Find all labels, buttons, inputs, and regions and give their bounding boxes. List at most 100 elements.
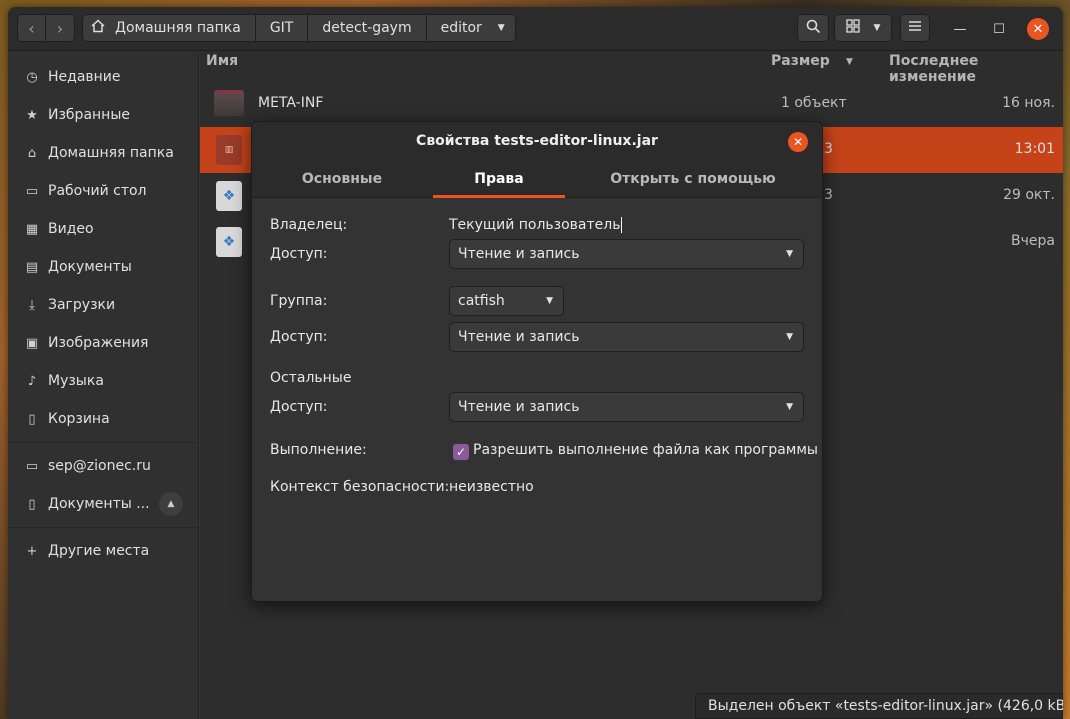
others-access-select[interactable]: Чтение и запись ▼ [449, 392, 804, 422]
hamburger-icon [908, 20, 922, 36]
drive-icon: ▭ [25, 458, 39, 474]
sidebar-item-label: Домашняя папка [48, 145, 174, 161]
group-access-value: Чтение и запись [458, 329, 580, 345]
search-icon [806, 19, 821, 38]
header-bar: ‹ › Домашняя папка GIT detect-gaym edito… [8, 7, 1063, 51]
sidebar-item-label: Загрузки [48, 297, 116, 313]
sidebar: ◷ Недавние ★ Избранные ⌂ Домашняя папка … [8, 51, 199, 719]
sidebar-item-label: Документы [48, 259, 132, 275]
package-icon: ❖ [216, 227, 242, 257]
sidebar-item-phone-documents[interactable]: ▯ Документы ... ▲ [8, 486, 199, 522]
desktop-icon: ▭ [25, 183, 39, 199]
view-toggle-button[interactable]: ▼ [834, 14, 892, 42]
sidebar-item-label: sep@zionec.ru [48, 458, 151, 474]
crumb-detect-gaym[interactable]: detect-gaym [308, 14, 427, 42]
tab-permissions[interactable]: Права [433, 160, 565, 198]
owner-value-text: Текущий пользователь [449, 217, 621, 233]
row-size: 1 объект [781, 95, 847, 111]
group-access-select[interactable]: Чтение и запись ▼ [449, 322, 804, 352]
tab-open-with[interactable]: Открыть с помощью [582, 160, 804, 198]
maximize-button[interactable]: ☐ [988, 18, 1010, 40]
chevron-down-icon: ▼ [546, 296, 553, 306]
sidebar-item-network-drive[interactable]: ▭ sep@zionec.ru [8, 448, 199, 484]
grid-icon [845, 19, 860, 37]
trash-icon: ▯ [28, 411, 36, 427]
column-size[interactable]: Размер [771, 53, 830, 69]
minimize-button[interactable]: — [949, 18, 971, 40]
sidebar-item-label: Недавние [48, 69, 121, 85]
sidebar-item-trash[interactable]: ▯ Корзина [8, 401, 199, 437]
sidebar-item-documents[interactable]: ▤ Документы [8, 249, 199, 285]
search-button[interactable] [797, 14, 829, 42]
execute-checkbox[interactable]: ✓ [453, 444, 469, 460]
group-select[interactable]: catfish ▼ [449, 286, 564, 316]
maximize-icon: ☐ [993, 21, 1005, 37]
back-button[interactable]: ‹ [17, 14, 46, 42]
package-icon: ❖ [216, 181, 242, 211]
row-modified: 16 ноя. [1002, 95, 1055, 111]
chevron-down-icon: ▼ [786, 402, 793, 412]
sidebar-item-home[interactable]: ⌂ Домашняя папка [8, 135, 199, 171]
crumb-home[interactable]: Домашняя папка [82, 14, 256, 42]
row-size: 3 [824, 141, 833, 157]
owner-access-select[interactable]: Чтение и запись ▼ [449, 239, 804, 269]
others-access-label: Доступ: [270, 399, 328, 415]
close-icon: ✕ [792, 135, 804, 149]
row-modified: Вчера [1011, 233, 1055, 249]
group-value: catfish [458, 293, 505, 309]
dialog-close-button[interactable]: ✕ [788, 132, 808, 152]
row-size: 3 [824, 187, 833, 203]
sidebar-item-other-locations[interactable]: + Другие места [8, 533, 199, 569]
column-name[interactable]: Имя [206, 53, 238, 69]
others-access-value: Чтение и запись [458, 399, 580, 415]
forward-button[interactable]: › [46, 14, 75, 42]
group-label: Группа: [270, 293, 328, 309]
sidebar-divider [8, 442, 199, 443]
sidebar-item-label: Избранные [48, 107, 130, 123]
sidebar-item-starred[interactable]: ★ Избранные [8, 97, 199, 133]
chevron-down-icon: ▼ [873, 23, 881, 33]
breadcrumb: Домашняя папка GIT detect-gaym editor ▼ [82, 14, 516, 42]
status-bar: Выделен объект «tests-editor-linux.jar» … [695, 693, 1063, 719]
dialog-tabs: Основные Права Открыть с помощью [252, 160, 822, 198]
group-access-label: Доступ: [270, 329, 328, 345]
sidebar-item-recent[interactable]: ◷ Недавние [8, 59, 199, 95]
crumb-label: Домашняя папка [115, 20, 241, 36]
owner-access-label: Доступ: [270, 246, 328, 262]
execute-label: Выполнение: [270, 442, 367, 458]
eject-icon[interactable]: ▲ [159, 492, 183, 516]
clock-icon: ◷ [26, 69, 38, 85]
close-button[interactable]: ✕ [1027, 18, 1049, 40]
crumb-git[interactable]: GIT [255, 14, 309, 42]
sidebar-item-videos[interactable]: ▦ Видео [8, 211, 199, 247]
text-cursor [621, 217, 623, 233]
properties-dialog: Свойства tests-editor-linux.jar ✕ Основн… [251, 121, 823, 602]
document-icon: ▤ [25, 259, 39, 275]
check-icon: ✓ [455, 445, 467, 459]
star-icon: ★ [26, 107, 38, 123]
security-context-label: Контекст безопасности: [270, 479, 450, 495]
nav-buttons: ‹ › [17, 14, 75, 42]
crumb-editor[interactable]: editor ▼ [426, 14, 516, 42]
security-context-value: неизвестно [449, 479, 534, 495]
home-icon: ⌂ [27, 145, 37, 161]
music-icon: ♪ [27, 373, 37, 389]
sidebar-item-pictures[interactable]: ▣ Изображения [8, 325, 199, 361]
row-modified: 29 окт. [1003, 187, 1055, 203]
tab-basic[interactable]: Основные [252, 160, 432, 198]
owner-label: Владелец: [270, 217, 348, 233]
sidebar-item-music[interactable]: ♪ Музыка [8, 363, 199, 399]
sidebar-item-desktop[interactable]: ▭ Рабочий стол [8, 173, 199, 209]
sidebar-item-label: Видео [48, 221, 94, 237]
others-label: Остальные [270, 370, 352, 386]
chevron-down-icon: ▼ [786, 249, 793, 259]
chevron-down-icon: ▼ [786, 332, 793, 342]
column-header: Имя Размер ▼ Последнее изменение [200, 51, 1063, 85]
crumb-label: detect-gaym [322, 20, 412, 36]
menu-button[interactable] [900, 14, 930, 42]
archive-icon: ▥ [216, 135, 242, 165]
sidebar-item-downloads[interactable]: ⤓ Загрузки [8, 287, 199, 323]
execute-checkbox-label[interactable]: Разрешить выполнение файла как программы [473, 442, 818, 458]
close-icon: ✕ [1032, 21, 1044, 37]
owner-access-value: Чтение и запись [458, 246, 580, 262]
